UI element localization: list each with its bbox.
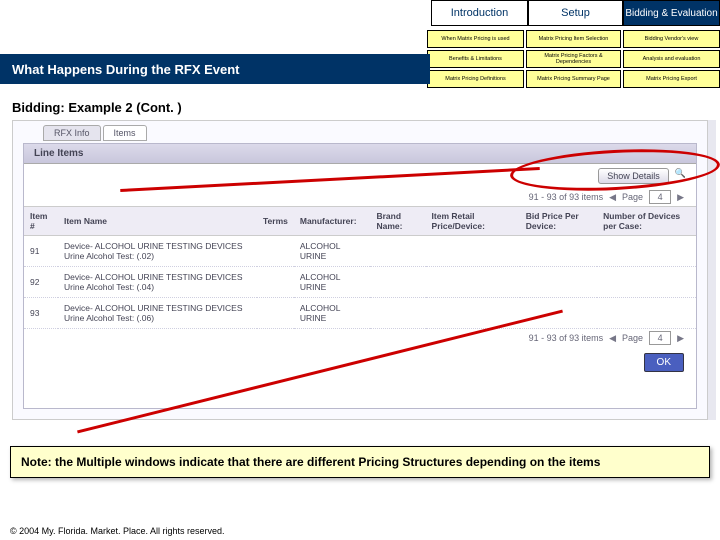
grid-cell[interactable]: Matrix Pricing Item Selection xyxy=(526,30,621,48)
cell: Device- ALCOHOL URINE TESTING DEVICES Ur… xyxy=(58,267,257,298)
grid-cell[interactable]: Matrix Pricing Summary Page xyxy=(526,70,621,88)
pager-bottom: 91 - 93 of 93 items ◀ Page 4 ▶ xyxy=(24,329,696,347)
cell xyxy=(257,236,294,267)
cell: Device- ALCOHOL URINE TESTING DEVICES Ur… xyxy=(58,236,257,267)
cell: ALCOHOL URINE xyxy=(294,236,371,267)
main-tabs: Introduction Setup Bidding & Evaluation xyxy=(431,0,720,26)
col-brand: Brand Name: xyxy=(370,207,425,236)
cell: 93 xyxy=(24,298,58,329)
range-text: 91 - 93 of 93 items xyxy=(529,192,604,202)
cell: Device- ALCOHOL URINE TESTING DEVICES Ur… xyxy=(58,298,257,329)
prev-page-icon[interactable]: ◀ xyxy=(609,192,616,203)
grid-cell[interactable]: When Matrix Pricing is used xyxy=(427,30,524,48)
page-label: Page xyxy=(622,333,643,343)
col-terms: Terms xyxy=(257,207,294,236)
inner-tab-rfx-info[interactable]: RFX Info xyxy=(43,125,101,141)
cell xyxy=(257,267,294,298)
grid-cell[interactable]: Analysis and evaluation xyxy=(623,50,720,68)
copyright-footer: © 2004 My. Florida. Market. Place. All r… xyxy=(10,526,225,536)
col-bid: Bid Price Per Device: xyxy=(520,207,597,236)
grid-cell[interactable]: Matrix Pricing Export xyxy=(623,70,720,88)
grid-cell[interactable]: Matrix Pricing Factors & Dependencies xyxy=(526,50,621,68)
next-page-icon[interactable]: ▶ xyxy=(677,192,684,203)
page-label: Page xyxy=(622,192,643,202)
grid-cell[interactable]: Bidding Vendor's view xyxy=(623,30,720,48)
col-item-name: Item Name xyxy=(58,207,257,236)
page-subtitle: Bidding: Example 2 (Cont. ) xyxy=(12,100,182,115)
cell xyxy=(257,298,294,329)
range-text: 91 - 93 of 93 items xyxy=(529,333,604,343)
grid-cell[interactable]: Matrix Pricing Definitions xyxy=(427,70,524,88)
prev-page-icon[interactable]: ◀ xyxy=(609,333,616,344)
page-number-input[interactable]: 4 xyxy=(649,190,671,204)
inner-tab-items[interactable]: Items xyxy=(103,125,147,141)
col-devices: Number of Devices per Case: xyxy=(597,207,696,236)
col-retail: Item Retail Price/Device: xyxy=(426,207,520,236)
line-items-table: Item # Item Name Terms Manufacturer: Bra… xyxy=(24,206,696,329)
table-row: 91 Device- ALCOHOL URINE TESTING DEVICES… xyxy=(24,236,696,267)
tab-introduction[interactable]: Introduction xyxy=(431,0,528,26)
cell: 91 xyxy=(24,236,58,267)
page-number-input[interactable]: 4 xyxy=(649,331,671,345)
table-row: 93 Device- ALCOHOL URINE TESTING DEVICES… xyxy=(24,298,696,329)
inner-tabs: RFX Info Items xyxy=(43,125,147,141)
next-page-icon[interactable]: ▶ xyxy=(677,333,684,344)
cell: ALCOHOL URINE xyxy=(294,298,371,329)
page-title: What Happens During the RFX Event xyxy=(12,62,240,77)
col-manufacturer: Manufacturer: xyxy=(294,207,371,236)
ok-button[interactable]: OK xyxy=(644,353,684,372)
cell: 92 xyxy=(24,267,58,298)
tab-bidding-evaluation[interactable]: Bidding & Evaluation xyxy=(623,0,720,26)
note-box: Note: the Multiple windows indicate that… xyxy=(10,446,710,478)
grid-cell[interactable]: Benefits & Limitations xyxy=(427,50,524,68)
table-row: 92 Device- ALCOHOL URINE TESTING DEVICES… xyxy=(24,267,696,298)
tab-setup[interactable]: Setup xyxy=(528,0,623,26)
nav-grid: When Matrix Pricing is used Matrix Prici… xyxy=(427,30,720,88)
page-title-bar: What Happens During the RFX Event xyxy=(0,54,430,84)
cell: ALCOHOL URINE xyxy=(294,267,371,298)
col-item-num: Item # xyxy=(24,207,58,236)
